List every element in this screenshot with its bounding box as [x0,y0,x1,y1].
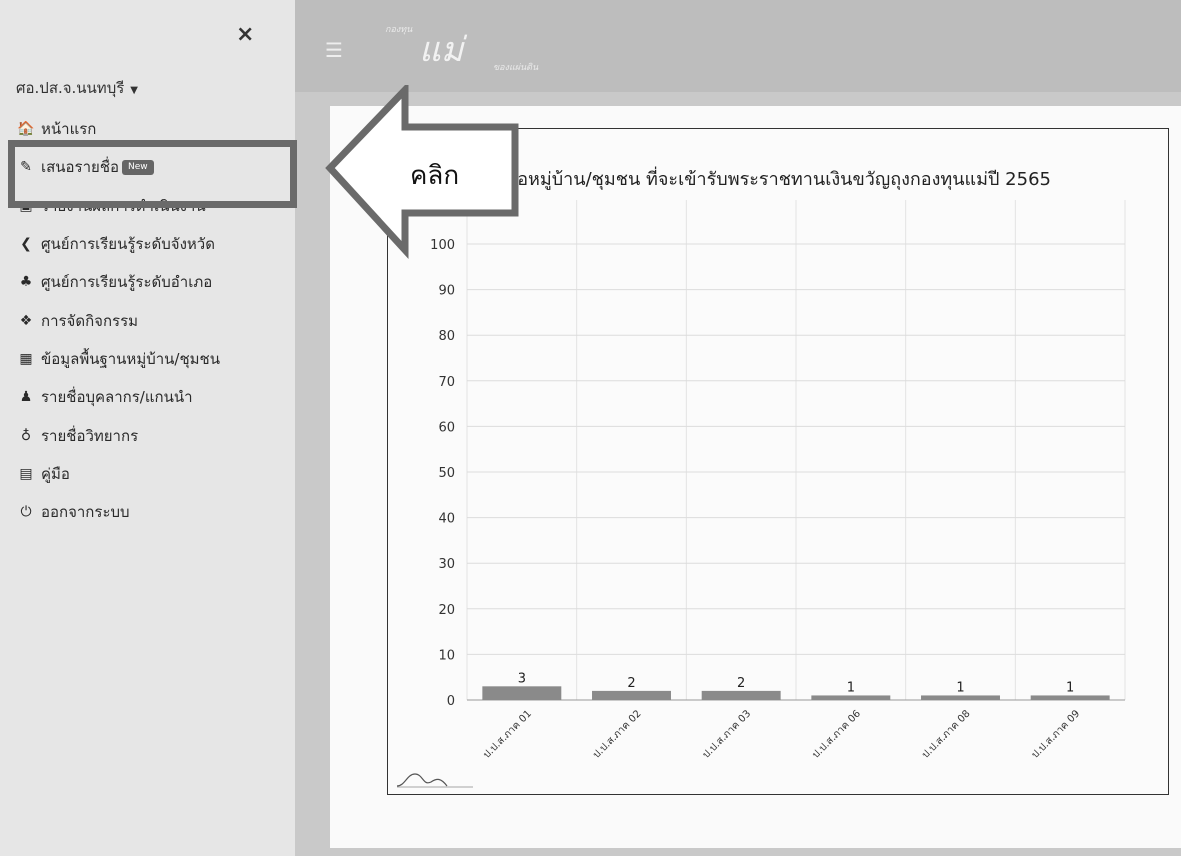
logo-sub-text: ของแผ่นดิน [493,63,539,73]
sidebar-item-9[interactable]: ▤ คู่มือ [16,455,286,493]
user-dropdown[interactable]: ศอ.ปส.จ.นนทบุรี ▼ [16,76,138,100]
x-tick-label: ป.ป.ส.ภาค 06 [811,708,863,760]
sidebar-item-6[interactable]: ▦ ข้อมูลพื้นฐานหมู่บ้าน/ชุมชน [16,340,286,378]
x-tick-label: ป.ป.ส.ภาค 08 [920,708,972,760]
callout-label: คลิก [410,161,460,191]
sidebar-item-10[interactable]: ⏻ ออกจากระบบ [16,493,286,531]
sidebar-item-label: คู่มือ [41,464,70,483]
highlight-box [8,140,297,208]
y-tick-label: 60 [438,420,455,435]
sidebar: × ศอ.ปส.จ.นนทบุรี ▼ 🏠 หน้าแรก ✎ เสนอรายชื่อ N… [0,0,295,856]
y-tick-label: 30 [438,557,455,572]
sidebar-item-label: ศูนย์การเรียนรู้ระดับอำเภอ [41,273,213,292]
logo-small-text: กองทุน [385,25,413,35]
sidebar-item-label: ศูนย์การเรียนรู้ระดับจังหวัด [41,235,215,254]
sidebar-item-label: ออกจากระบบ [41,503,130,522]
y-tick-label: 80 [438,329,455,344]
sidebar-item-8[interactable]: ♁ รายชื่อวิทยากร [16,416,286,454]
hamburger-icon[interactable]: ☰ [325,38,343,62]
data-label: 3 [518,671,526,686]
y-tick-label: 0 [447,694,455,709]
bar [701,690,781,700]
y-tick-label: 20 [438,603,455,618]
bar [921,695,1000,700]
home-icon: 🏠 [17,121,35,138]
bar [592,690,671,700]
sidebar-item-4[interactable]: ♣ ศูนย์การเรียนรู้ระดับอำเภอ [16,263,286,301]
sidebar-item-7[interactable]: ♟ รายชื่อบุคลากร/แกนนำ [16,378,286,416]
manual-icon: ▤ [19,465,33,482]
y-tick-label: 10 [438,648,455,663]
y-tick-label: 90 [438,284,455,299]
x-tick-label: ป.ป.ส.ภาค 03 [701,708,753,760]
sidebar-item-label: หน้าแรก [41,120,97,139]
caret-down-icon: ▼ [130,85,138,96]
data-label: 2 [627,676,635,691]
chart-wave-icon [396,773,473,788]
x-tick-label: ป.ป.ส.ภาค 02 [591,708,643,760]
data-label: 2 [737,676,745,691]
chart-title: ชื่อหมู่บ้าน/ชุมชน ที่จะเข้ารับพระราชทาน… [505,169,1051,190]
logo-big-text: แม่ [419,30,464,70]
building-icon: ▦ [19,350,33,367]
bar [482,686,562,700]
data-label: 1 [847,680,855,695]
sidebar-item-label: ข้อมูลพื้นฐานหมู่บ้าน/ชุมชน [41,349,220,368]
data-label: 1 [956,680,964,695]
data-label: 1 [1066,680,1074,695]
logo: กองทุน แม่ ของแผ่นดิน [385,18,595,78]
user-plus-icon: ♟ [19,389,33,406]
x-tick-label: ป.ป.ส.ภาค 01 [482,708,534,760]
close-icon[interactable]: × [236,22,254,47]
sidebar-item-label: รายชื่อบุคลากร/แกนนำ [41,388,193,407]
power-icon: ⏻ [20,504,32,521]
activity-icon: ❖ [19,312,33,329]
y-tick-label: 50 [438,466,455,481]
share-icon: ❮ [20,236,32,253]
bar [811,695,891,700]
microphone-icon: ♁ [20,427,32,444]
y-tick-label: 70 [438,375,455,390]
bar [1030,695,1110,700]
top-bar: ☰ กองทุน แม่ ของแผ่นดิน [295,0,1181,92]
sidebar-item-label: การจัดกิจกรรม [41,311,139,330]
user-name: ศอ.ปส.จ.นนทบุรี [16,79,125,97]
sitemap-icon: ♣ [19,274,33,291]
y-tick-label: 40 [438,512,455,527]
sidebar-item-3[interactable]: ❮ ศูนย์การเรียนรู้ระดับจังหวัด [16,225,286,263]
x-tick-label: ป.ป.ส.ภาค 09 [1030,708,1082,760]
sidebar-item-label: รายชื่อวิทยากร [41,426,139,445]
sidebar-item-5[interactable]: ❖ การจัดกิจกรรม [16,301,286,339]
